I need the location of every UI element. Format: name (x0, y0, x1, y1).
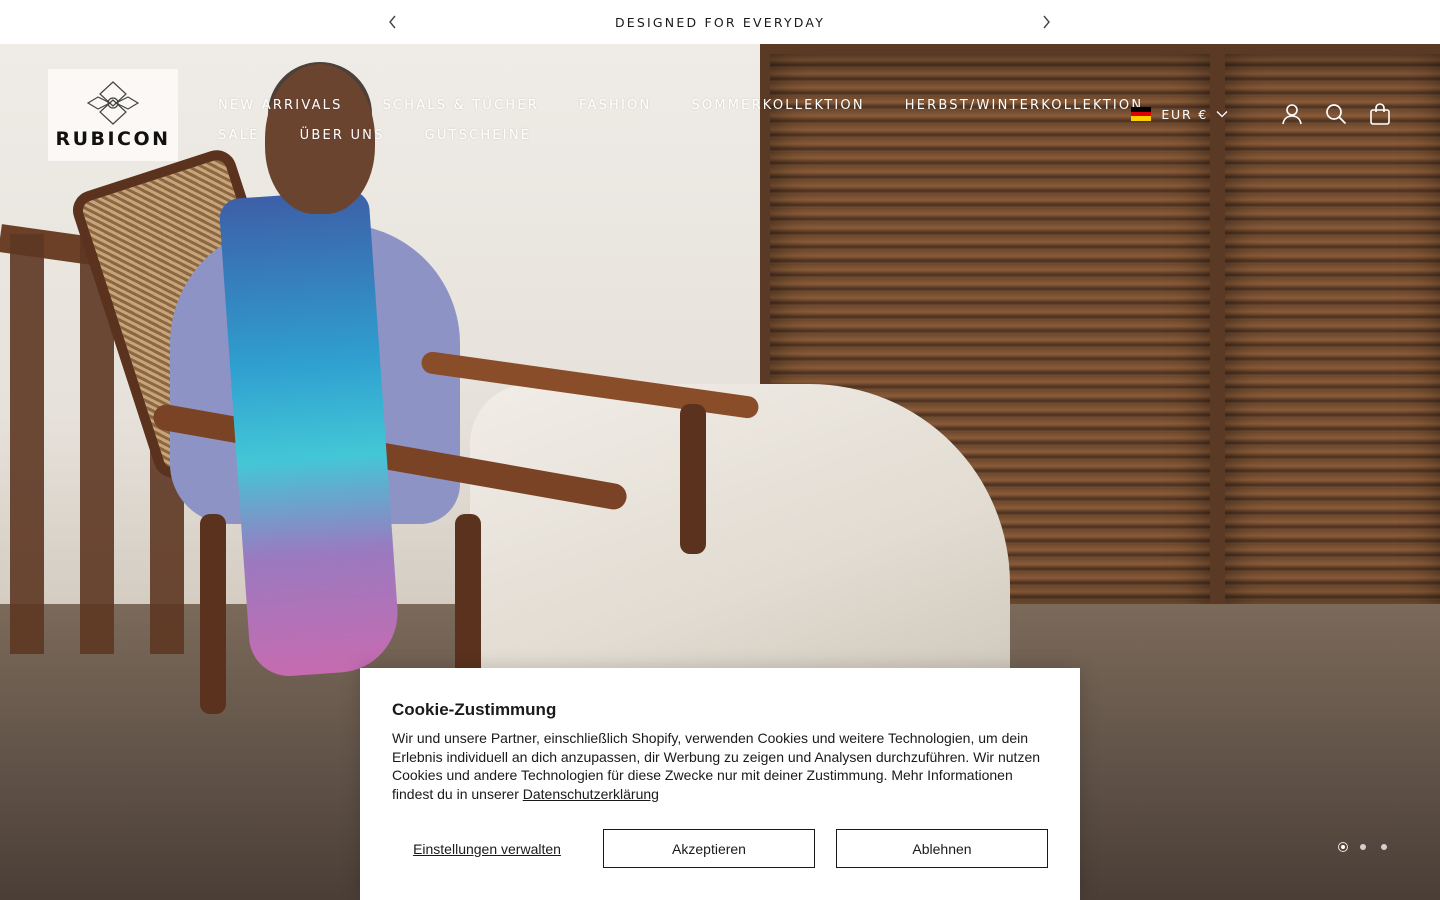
account-button[interactable] (1280, 102, 1304, 126)
announcement-bar: DESIGNED FOR EVERYDAY (0, 0, 1440, 44)
nav-row-2: SALE ÜBER UNS GUTSCHEINE (218, 120, 1158, 150)
accept-button[interactable]: Akzeptieren (603, 829, 815, 868)
chair-leg (680, 404, 706, 554)
nav-herbst-winterkollektion[interactable]: HERBST/WINTERKOLLEKTION (905, 98, 1143, 113)
search-button[interactable] (1324, 102, 1348, 126)
cookie-title: Cookie-Zustimmung (392, 700, 557, 719)
manage-settings-button[interactable]: Einstellungen verwalten (392, 841, 582, 857)
nav-ueber-uns[interactable]: ÜBER UNS (300, 128, 385, 143)
slide-dot-3[interactable] (1381, 844, 1387, 850)
announcement-prev-button[interactable] (383, 12, 403, 32)
nav-row-1: NEW ARRIVALS SCHALS & TÜCHER FASHION SOM… (218, 90, 1158, 120)
cart-icon (1370, 103, 1390, 125)
nav-sommerkollektion[interactable]: SOMMERKOLLEKTION (691, 98, 864, 113)
announcement-text: DESIGNED FOR EVERYDAY (614, 14, 826, 30)
currency-selector[interactable]: EUR € (1131, 107, 1228, 122)
nav-new-arrivals[interactable]: NEW ARRIVALS (218, 98, 343, 113)
logo-emblem-icon (86, 81, 140, 125)
flag-stripe (1131, 116, 1152, 122)
cookie-body-text: Wir und unsere Partner, einschließlich S… (392, 730, 1041, 802)
cookie-text: Wir und unsere Partner, einschließlich S… (392, 729, 1048, 803)
chair-leg (200, 514, 226, 714)
chevron-down-icon (1216, 111, 1228, 118)
chevron-right-icon (1043, 15, 1050, 29)
slide-dot-2[interactable] (1360, 844, 1366, 850)
nav-schals-tuecher[interactable]: SCHALS & TÜCHER (383, 98, 539, 113)
cookie-actions: Einstellungen verwalten Akzeptieren Able… (392, 829, 1048, 868)
cart-button[interactable] (1368, 102, 1392, 126)
nav-gutscheine[interactable]: GUTSCHEINE (425, 128, 532, 143)
currency-label: EUR € (1161, 106, 1208, 122)
search-icon (1326, 104, 1347, 125)
account-icon (1282, 104, 1302, 125)
decline-button[interactable]: Ablehnen (836, 829, 1048, 868)
model-trousers (470, 384, 1010, 694)
logo[interactable]: RUBICON (48, 69, 178, 161)
cookie-banner: Cookie-Zustimmung Wir und unsere Partner… (360, 668, 1080, 900)
germany-flag-icon (1131, 107, 1152, 122)
header-actions: EUR € (1131, 102, 1392, 126)
slideshow-dots (1338, 842, 1402, 852)
logo-text: RUBICON (55, 128, 171, 150)
chevron-left-icon (389, 15, 396, 29)
slide-dot-1[interactable] (1338, 842, 1348, 852)
announcement-next-button[interactable] (1036, 12, 1056, 32)
nav-fashion[interactable]: FASHION (579, 98, 651, 113)
site-header: RUBICON NEW ARRIVALS SCHALS & TÜCHER FAS… (0, 44, 1440, 184)
main-navigation: NEW ARRIVALS SCHALS & TÜCHER FASHION SOM… (218, 90, 1158, 150)
privacy-policy-link[interactable]: Datenschutzerklärung (523, 786, 659, 802)
nav-sale[interactable]: SALE (218, 128, 260, 143)
